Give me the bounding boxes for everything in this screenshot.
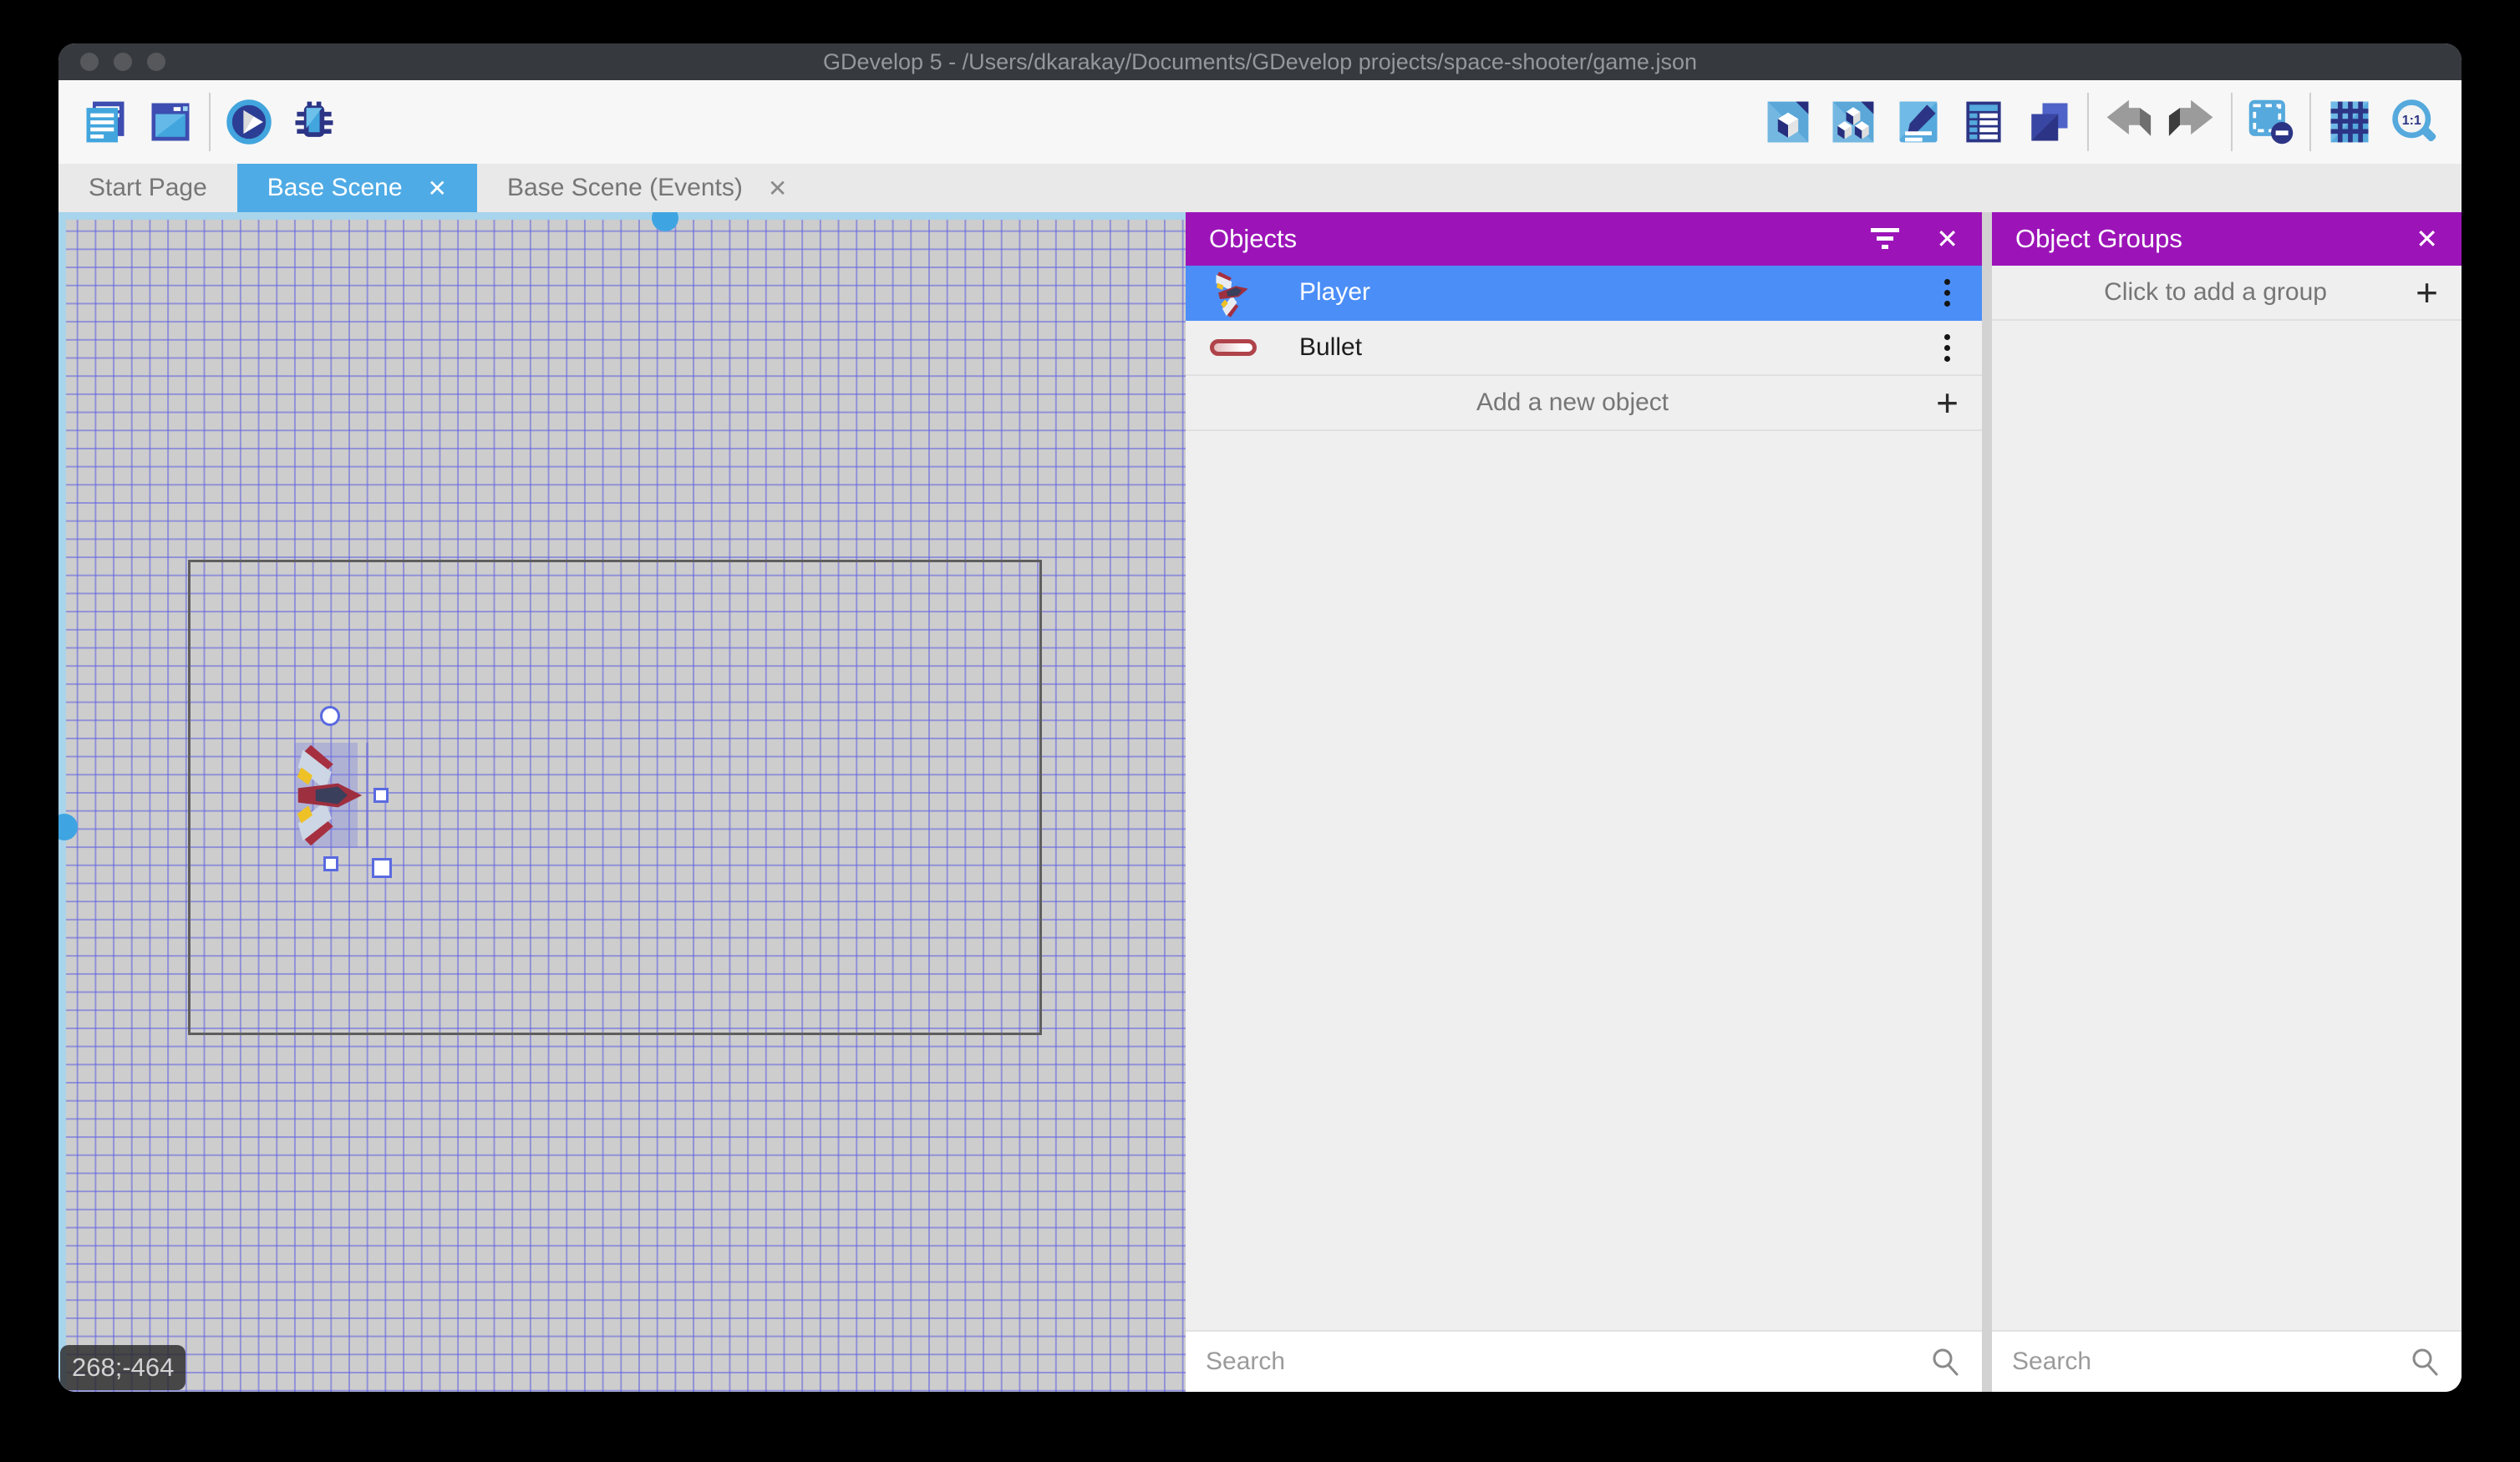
- zoom-ratio-label: 1:1: [2402, 114, 2421, 128]
- traffic-lights: [80, 53, 165, 71]
- objects-panel-empty-area: [1186, 431, 1982, 1330]
- search-icon[interactable]: [1928, 1345, 1962, 1378]
- add-object-row[interactable]: Add a new object +: [1186, 376, 1982, 431]
- close-panel-icon[interactable]: ✕: [2416, 223, 2438, 255]
- play-preview-icon[interactable]: [224, 97, 274, 147]
- tab-start-page[interactable]: Start Page: [58, 164, 237, 212]
- selection-extent-line: [366, 743, 368, 848]
- bullet-thumbnail-icon: [1209, 323, 1257, 372]
- add-group-row[interactable]: Click to add a group +: [1992, 266, 2462, 321]
- rotate-handle[interactable]: [320, 706, 340, 726]
- close-panel-icon[interactable]: ✕: [1936, 223, 1959, 255]
- resize-handle-bottom[interactable]: [323, 856, 338, 871]
- tab-label: Base Scene (Events): [507, 174, 743, 202]
- vertical-scroll-thumb[interactable]: [58, 814, 78, 840]
- player-thumbnail-icon: [1209, 268, 1257, 317]
- search-icon[interactable]: [2408, 1345, 2441, 1378]
- deselect-instances-icon[interactable]: [2246, 97, 2296, 147]
- properties-icon[interactable]: [1893, 97, 1943, 147]
- layers-editor-icon[interactable]: [2024, 97, 2074, 147]
- horizontal-scroll-track[interactable]: [58, 212, 1186, 220]
- objects-editor-icon[interactable]: [1763, 97, 1813, 147]
- toolbar-separator: [2231, 93, 2233, 151]
- objects-search-input[interactable]: [1206, 1348, 1928, 1376]
- close-window-button[interactable]: [80, 53, 99, 71]
- zoom-window-button[interactable]: [147, 53, 165, 71]
- tab-label: Base Scene: [267, 174, 403, 202]
- object-groups-panel-title: Object Groups: [2015, 224, 2416, 254]
- titlebar: GDevelop 5 - /Users/dkarakay/Documents/G…: [58, 43, 2462, 80]
- add-group-plus-icon[interactable]: +: [2416, 273, 2438, 312]
- resize-handle-corner[interactable]: [372, 858, 392, 878]
- grid-icon[interactable]: [2324, 97, 2375, 147]
- tab-base-scene[interactable]: Base Scene ✕: [237, 164, 477, 212]
- object-menu-icon[interactable]: [1936, 274, 1959, 312]
- toolbar-separator: [209, 93, 211, 151]
- player-instance[interactable]: [293, 741, 365, 850]
- editor-tabbar: Start Page Base Scene ✕ Base Scene (Even…: [58, 164, 2462, 212]
- resize-handle-right[interactable]: [373, 788, 389, 803]
- add-object-label: Add a new object: [1209, 388, 1936, 417]
- filter-icon[interactable]: [1867, 222, 1906, 256]
- undo-icon[interactable]: [2102, 97, 2152, 147]
- vertical-scroll-track[interactable]: [58, 212, 66, 1392]
- groups-search-input[interactable]: [2012, 1348, 2408, 1376]
- add-object-plus-icon[interactable]: +: [1936, 383, 1959, 422]
- app-window: GDevelop 5 - /Users/dkarakay/Documents/G…: [58, 43, 2462, 1392]
- zoom-1-1-icon[interactable]: 1:1: [2390, 97, 2440, 147]
- object-groups-editor-icon[interactable]: [1828, 97, 1878, 147]
- objects-panel: Objects ✕: [1186, 212, 1982, 1392]
- tab-close-icon[interactable]: ✕: [768, 175, 787, 202]
- panel-divider[interactable]: [1982, 212, 1992, 1392]
- main-toolbar: 1:1: [58, 80, 2462, 164]
- object-row-bullet[interactable]: Bullet: [1186, 321, 1982, 376]
- toolbar-separator: [2087, 93, 2089, 151]
- tab-close-icon[interactable]: ✕: [428, 175, 447, 202]
- groups-panel-empty-area: [1992, 321, 2462, 1330]
- object-groups-panel-header: Object Groups ✕: [1992, 212, 2462, 266]
- objects-panel-title: Objects: [1209, 224, 1867, 254]
- tab-label: Start Page: [89, 174, 207, 202]
- scene-canvas[interactable]: 268;-464: [58, 212, 1186, 1392]
- instances-list-icon[interactable]: [1959, 97, 2009, 147]
- object-name: Player: [1299, 278, 1936, 307]
- project-manager-icon[interactable]: [80, 97, 130, 147]
- horizontal-scroll-thumb[interactable]: [652, 212, 678, 231]
- redo-icon[interactable]: [2167, 97, 2218, 147]
- objects-search-bar: [1186, 1330, 1982, 1392]
- add-group-label: Click to add a group: [2015, 278, 2416, 307]
- groups-search-bar: [1992, 1330, 2462, 1392]
- cursor-coordinates-badge: 268;-464: [60, 1345, 185, 1390]
- tab-base-scene-events[interactable]: Base Scene (Events) ✕: [477, 164, 817, 212]
- toolbar-separator: [2309, 93, 2311, 151]
- object-menu-icon[interactable]: [1936, 329, 1959, 367]
- object-row-player[interactable]: Player: [1186, 266, 1982, 321]
- minimize-window-button[interactable]: [114, 53, 132, 71]
- scene-window-icon[interactable]: [145, 97, 196, 147]
- object-groups-panel: Object Groups ✕ Click to add a group +: [1992, 212, 2462, 1392]
- debug-icon[interactable]: [289, 97, 339, 147]
- object-name: Bullet: [1299, 333, 1936, 362]
- objects-panel-header: Objects ✕: [1186, 212, 1982, 266]
- window-title: GDevelop 5 - /Users/dkarakay/Documents/G…: [823, 49, 1697, 75]
